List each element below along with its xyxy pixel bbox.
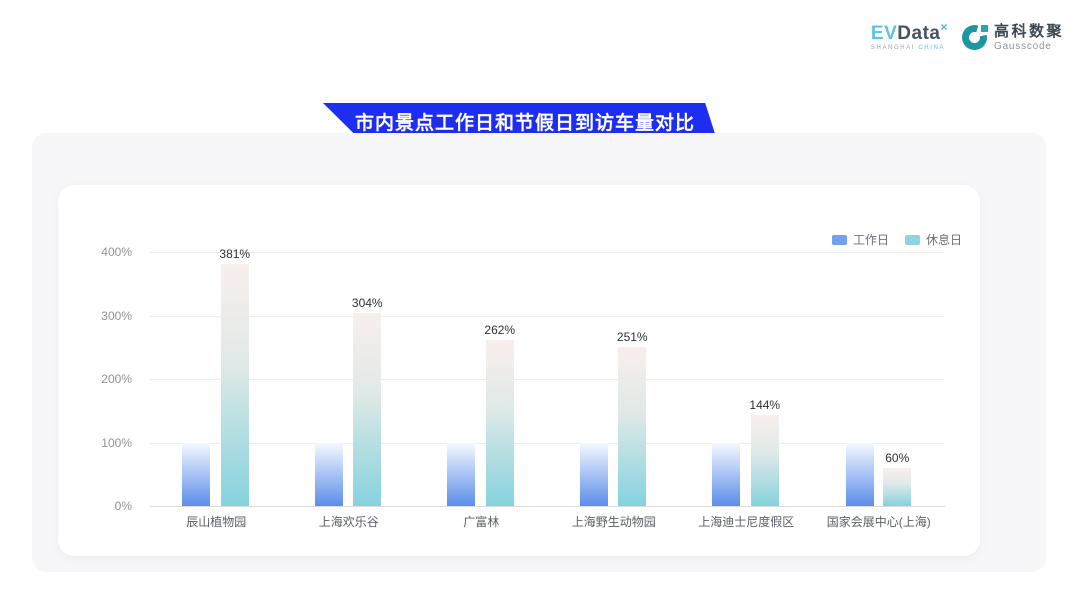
chart-panel: 工作日休息日 400%300%200%100%0% 381%辰山植物园304%上… [32, 133, 1046, 572]
bar-wrap [580, 443, 608, 507]
evdata-subtext: SHANGHAI CHINA [871, 45, 948, 51]
bar-wrap [182, 443, 210, 507]
y-axis-tick: 300% [58, 309, 132, 323]
header-logos: EVData× SHANGHAI CHINA 高科数聚 Gausscode [871, 24, 1064, 52]
category-group: 251%上海野生动物园 [548, 252, 680, 506]
gausscode-en-name: Gausscode [994, 41, 1064, 52]
bar-restday-辰山植物园[interactable] [221, 264, 249, 506]
legend-label: 工作日 [853, 231, 889, 248]
bar-wrap: 381% [219, 247, 250, 506]
evdata-ev-text: EV [871, 23, 897, 44]
bar-wrap [447, 443, 475, 507]
gausscode-cn-name: 高科数聚 [994, 24, 1064, 41]
data-label: 251% [617, 330, 648, 344]
data-label: 304% [352, 296, 383, 310]
gausscode-logo: 高科数聚 Gausscode [962, 24, 1064, 52]
bar-workday-辰山植物园[interactable] [182, 443, 210, 507]
bar-wrap: 144% [749, 398, 780, 506]
x-axis-label: 上海欢乐谷 [319, 513, 379, 530]
bar-workday-上海欢乐谷[interactable] [315, 443, 343, 507]
evdata-subtext-shanghai: SHANGHAI [871, 45, 915, 51]
bar-workday-上海迪士尼度假区[interactable] [712, 443, 740, 507]
gausscode-square-shape [981, 25, 988, 32]
y-axis-tick: 200% [58, 372, 132, 386]
bar-workday-国家会展中心(上海)[interactable] [846, 443, 874, 507]
category-group: 381%辰山植物园 [150, 252, 282, 506]
y-axis: 400%300%200%100%0% [58, 252, 132, 506]
bar-wrap: 60% [883, 451, 911, 506]
evdata-data-text: Data [897, 23, 940, 44]
bar-groups: 381%辰山植物园304%上海欢乐谷262%广富林251%上海野生动物园144%… [150, 252, 945, 506]
x-axis-label: 上海迪士尼度假区 [698, 513, 794, 530]
category-group: 304%上海欢乐谷 [283, 252, 415, 506]
x-axis-label: 广富林 [463, 513, 499, 530]
evdata-logo: EVData× SHANGHAI CHINA [871, 24, 948, 51]
chart-card: 工作日休息日 400%300%200%100%0% 381%辰山植物园304%上… [58, 185, 980, 556]
data-label: 381% [219, 247, 250, 261]
bar-restday-上海欢乐谷[interactable] [353, 313, 381, 506]
data-label: 144% [749, 398, 780, 412]
gausscode-logo-text: 高科数聚 Gausscode [994, 24, 1064, 52]
bar-wrap [315, 443, 343, 507]
bar-workday-广富林[interactable] [447, 443, 475, 507]
category-group: 60%国家会展中心(上海) [813, 252, 945, 506]
plot-area: 381%辰山植物园304%上海欢乐谷262%广富林251%上海野生动物园144%… [150, 252, 945, 506]
data-label: 60% [885, 451, 909, 465]
legend-swatch [905, 235, 920, 245]
y-axis-tick: 0% [58, 499, 132, 513]
y-axis-tick: 100% [58, 436, 132, 450]
bar-restday-国家会展中心(上海)[interactable] [883, 468, 911, 506]
bar-restday-上海迪士尼度假区[interactable] [751, 415, 779, 506]
x-axis-label: 辰山植物园 [186, 513, 246, 530]
bar-restday-广富林[interactable] [486, 340, 514, 506]
evdata-subtext-china: CHINA [918, 45, 945, 51]
bar-wrap [846, 443, 874, 507]
legend-label: 休息日 [926, 231, 962, 248]
x-axis-label: 上海野生动物园 [572, 513, 656, 530]
bar-restday-上海野生动物园[interactable] [618, 347, 646, 506]
bar-wrap: 251% [617, 330, 648, 506]
category-group: 144%上海迪士尼度假区 [680, 252, 812, 506]
category-group: 262%广富林 [415, 252, 547, 506]
evdata-logo-text: EVData× [871, 24, 948, 43]
legend-swatch [832, 235, 847, 245]
y-axis-tick: 400% [58, 245, 132, 259]
evdata-x-mark-icon: × [940, 20, 948, 34]
bar-wrap: 262% [484, 323, 515, 506]
data-label: 262% [484, 323, 515, 337]
x-axis-line [150, 506, 945, 507]
gausscode-ring-icon [962, 25, 987, 50]
legend-item-restday[interactable]: 休息日 [905, 231, 962, 248]
legend-item-workday[interactable]: 工作日 [832, 231, 889, 248]
bar-wrap: 304% [352, 296, 383, 506]
x-axis-label: 国家会展中心(上海) [827, 513, 931, 530]
bar-wrap [712, 443, 740, 507]
bar-workday-上海野生动物园[interactable] [580, 443, 608, 507]
chart-legend: 工作日 休息日 [832, 231, 962, 248]
page-title: 市内景点工作日和节假日到访车量对比 [345, 108, 695, 135]
